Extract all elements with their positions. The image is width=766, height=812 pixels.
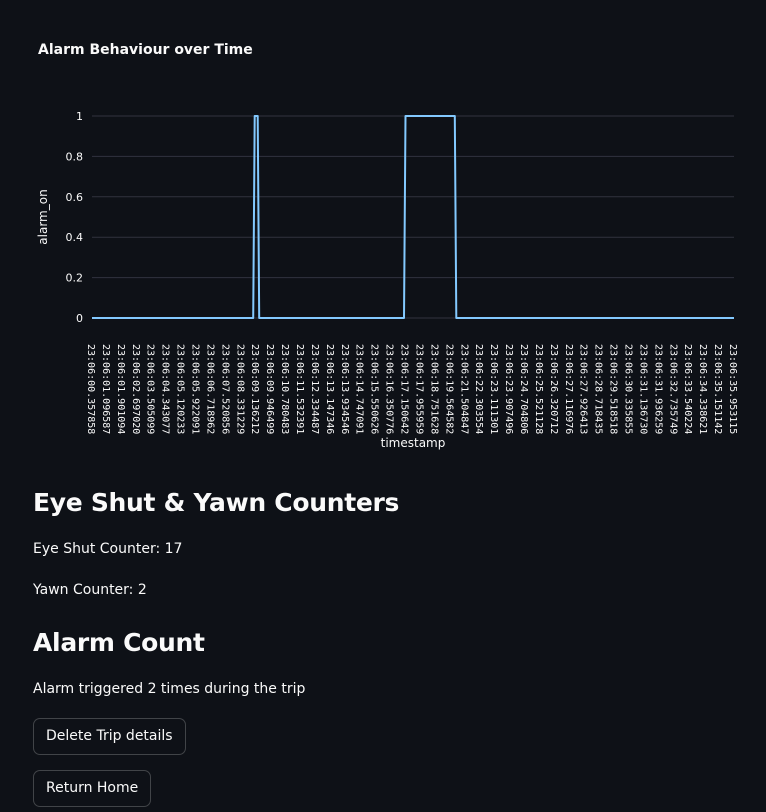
- x-tick-label: 23:06:17.150642: [399, 344, 410, 434]
- x-tick-label: 23:06:03.505099: [145, 344, 156, 434]
- x-tick-label: 23:06:12.334487: [309, 344, 320, 434]
- x-tick-label: 23:06:05.922091: [190, 344, 201, 434]
- x-tick-label: 23:06:32.735749: [667, 344, 678, 434]
- x-tick-label: 23:06:09.946499: [264, 344, 275, 434]
- alarm-count-heading: Alarm Count: [33, 628, 205, 657]
- x-tick-label: 23:06:05.120233: [175, 344, 186, 434]
- x-tick-label: 23:06:23.907496: [503, 344, 514, 434]
- x-tick-label: 23:06:35.953115: [727, 344, 738, 434]
- eye-shut-value: 17: [164, 541, 183, 557]
- y-axis-label: alarm_on: [36, 189, 50, 244]
- x-tick-label: 23:06:08.331229: [234, 344, 245, 434]
- alarm-chart-svg: Alarm Behaviour over Time 0 0.2 0.4 0.6 0.8 1 a…: [36, 42, 738, 450]
- x-tick-label: 23:06:29.518518: [608, 344, 619, 434]
- x-tick-label: 23:06:19.564582: [443, 344, 454, 434]
- y-tick-label: 0.8: [66, 150, 84, 163]
- x-tick-label: 23:06:14.747091: [354, 344, 365, 434]
- x-tick-label: 23:06:16.350776: [384, 344, 395, 434]
- x-tick-label: 23:06:13.147346: [324, 344, 335, 434]
- x-tick-label: 23:06:21.504847: [458, 344, 469, 434]
- x-tick-label: 23:06:17.955959: [413, 344, 424, 434]
- chart-title: Alarm Behaviour over Time: [38, 42, 253, 58]
- x-tick-label: 23:06:00.357858: [85, 344, 96, 434]
- y-tick-label: 0.6: [66, 191, 84, 204]
- x-tick-label: 23:06:11.532391: [294, 344, 305, 434]
- eye-shut-counter: Eye Shut Counter: 17: [33, 541, 182, 557]
- x-tick-label: 23:06:35.151142: [712, 344, 723, 434]
- x-tick-label: 23:06:07.520856: [219, 344, 230, 434]
- delete-trip-button[interactable]: Delete Trip details: [33, 718, 186, 755]
- x-tick-label: 23:06:30.335855: [622, 344, 633, 434]
- yawn-counter: Yawn Counter: 2: [33, 582, 147, 598]
- yawn-value: 2: [137, 582, 147, 598]
- x-tick-label: 23:06:26.320712: [548, 344, 559, 434]
- x-tick-label: 23:06:28.718435: [593, 344, 604, 434]
- x-axis-label: timestamp: [381, 436, 446, 450]
- x-tick-label: 23:06:10.780483: [279, 344, 290, 434]
- counters-heading: Eye Shut & Yawn Counters: [33, 488, 400, 517]
- x-tick-label: 23:06:27.116976: [563, 344, 574, 434]
- x-tick-label: 23:06:15.550626: [369, 344, 380, 434]
- alarm-summary: Alarm triggered 2 times during the trip: [33, 681, 306, 697]
- x-tick-label: 23:06:02.697020: [130, 344, 141, 434]
- x-tick-label: 23:06:22.303554: [473, 344, 484, 434]
- x-tick-label: 23:06:24.704806: [518, 344, 529, 434]
- alarm-chart: Alarm Behaviour over Time 0 0.2 0.4 0.6 0.8 1 a…: [0, 0, 766, 470]
- x-tick-label: 23:06:33.540224: [682, 344, 693, 434]
- y-tick-label: 1: [76, 110, 83, 123]
- x-tick-label: 23:06:31.136730: [637, 344, 648, 434]
- y-tick-label: 0: [76, 312, 83, 325]
- eye-shut-label: Eye Shut Counter:: [33, 541, 161, 557]
- x-tick-label: 23:06:27.926413: [578, 344, 589, 434]
- y-tick-label: 0.2: [66, 272, 84, 285]
- return-home-button[interactable]: Return Home: [33, 770, 152, 807]
- app-root: Alarm Behaviour over Time 0 0.2 0.4 0.6 0.8 1 a…: [0, 0, 766, 812]
- x-tick-label: 23:06:31.936259: [652, 344, 663, 434]
- x-tick-label: 23:06:06.718962: [204, 344, 215, 434]
- x-tick-label: 23:06:04.343077: [160, 344, 171, 434]
- x-tick-label: 23:06:25.521128: [533, 344, 544, 434]
- y-tick-label: 0.4: [66, 231, 84, 244]
- x-tick-label: 23:06:34.338621: [697, 344, 708, 434]
- series-line: [92, 115, 734, 319]
- x-tick-label: 23:06:01.096587: [100, 344, 111, 434]
- yawn-label: Yawn Counter:: [33, 582, 134, 598]
- x-tick-label: 23:06:01.901094: [115, 344, 126, 434]
- x-tick-label: 23:06:23.111301: [488, 344, 499, 434]
- x-tick-label: 23:06:09.136212: [249, 344, 260, 434]
- x-tick-label: 23:06:13.934546: [339, 344, 350, 434]
- x-tick-label: 23:06:18.751628: [428, 344, 439, 434]
